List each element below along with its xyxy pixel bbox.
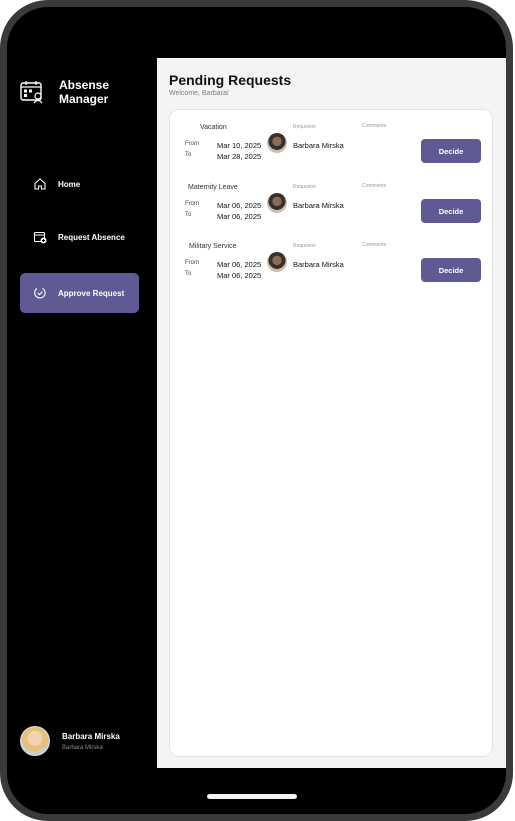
decide-button[interactable]: Decide — [421, 139, 481, 163]
user-profile[interactable]: Barbara Mirska Barbara Mirska — [20, 726, 120, 756]
avatar — [20, 726, 50, 756]
request-type: Maternity Leave — [188, 184, 238, 191]
approve-icon — [32, 285, 48, 301]
request-type: Military Service — [189, 243, 237, 250]
requestor-label: Requestor — [293, 243, 317, 249]
from-label: From — [185, 201, 199, 207]
main-panel: Pending Requests Welcome, Barbara! Vacat… — [157, 58, 506, 768]
requestor-avatar — [267, 133, 287, 153]
sidebar-item-label: Request Absence — [58, 232, 125, 242]
to-date: Mar 06, 2025 — [217, 271, 262, 280]
sidebar-item-approve-request[interactable]: Approve Request — [20, 273, 139, 313]
from-date: Mar 06, 2025 — [217, 201, 262, 210]
tablet-frame: Absense Manager Home Request Absence App… — [0, 0, 513, 821]
calendar-add-icon — [32, 229, 48, 245]
to-date: Mar 28, 2025 — [217, 152, 262, 161]
app-title: Absense Manager — [59, 78, 110, 106]
sidebar-item-request-absence[interactable]: Request Absence — [20, 217, 139, 257]
requestor-avatar — [267, 193, 287, 213]
comments-label: Comments — [362, 183, 387, 189]
decide-button[interactable]: Decide — [421, 258, 481, 282]
page-subtitle: Welcome, Barbara! — [169, 90, 229, 97]
sidebar: Absense Manager Home Request Absence App… — [8, 58, 157, 768]
sidebar-item-home[interactable]: Home — [20, 164, 139, 204]
from-label: From — [185, 141, 199, 147]
request-row: Vacation From To Mar 10, 2025 Mar 28, 20… — [170, 123, 494, 184]
comments-label: Comments — [362, 123, 387, 129]
app-screen: Absense Manager Home Request Absence App… — [8, 58, 506, 768]
to-label: To — [185, 271, 192, 277]
requestor-avatar — [267, 252, 287, 272]
page-title: Pending Requests — [169, 72, 292, 88]
sidebar-item-label: Home — [58, 179, 81, 189]
calendar-people-icon — [20, 81, 43, 104]
to-label: To — [185, 212, 192, 218]
request-row: Military Service From To Mar 06, 2025 Ma… — [170, 242, 494, 303]
sidebar-item-label: Approve Request — [58, 288, 125, 298]
request-row: Maternity Leave From To Mar 06, 2025 Mar… — [170, 183, 494, 244]
requestor-name: Barbara Mirska — [293, 201, 344, 210]
from-date: Mar 06, 2025 — [217, 260, 262, 269]
home-icon — [32, 176, 48, 192]
from-label: From — [185, 260, 199, 266]
brand: Absense Manager — [20, 78, 129, 106]
to-date: Mar 06, 2025 — [217, 212, 262, 221]
to-label: To — [185, 152, 192, 158]
user-subtitle: Barbara Mirska — [62, 744, 103, 751]
request-type: Vacation — [200, 124, 227, 131]
requestor-label: Requestor — [293, 124, 317, 130]
requestor-label: Requestor — [293, 184, 317, 190]
requestor-name: Barbara Mirska — [293, 260, 344, 269]
requestor-name: Barbara Mirska — [293, 141, 344, 150]
requests-card: Vacation From To Mar 10, 2025 Mar 28, 20… — [169, 109, 493, 757]
comments-label: Comments — [362, 242, 387, 248]
user-name: Barbara Mirska — [62, 731, 120, 741]
home-indicator[interactable] — [207, 794, 297, 799]
from-date: Mar 10, 2025 — [217, 141, 262, 150]
decide-button[interactable]: Decide — [421, 199, 481, 223]
